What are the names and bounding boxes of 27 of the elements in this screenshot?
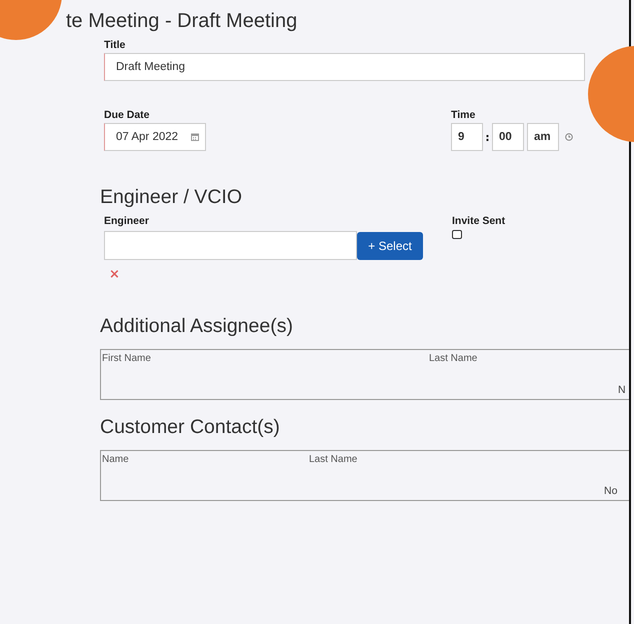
empty-message: N bbox=[618, 384, 626, 396]
column-header: First Name bbox=[102, 353, 152, 364]
minute-field[interactable]: 00 bbox=[492, 123, 524, 151]
engineer-input[interactable] bbox=[104, 231, 357, 260]
field-label: Time bbox=[451, 108, 476, 122]
field-label: Engineer bbox=[104, 214, 150, 228]
field-label: Title bbox=[104, 38, 126, 52]
date-field[interactable]: 07 Apr 2022 bbox=[104, 123, 206, 151]
clock-icon bbox=[565, 133, 573, 141]
column-header: Last Name bbox=[309, 454, 358, 465]
invite-checkbox[interactable] bbox=[452, 230, 462, 239]
column-header: Name bbox=[102, 454, 130, 465]
section-heading: Engineer / VCIO bbox=[99, 185, 243, 210]
page-title: te Meeting - Draft Meeting bbox=[66, 10, 298, 33]
date-value: 07 Apr 2022 bbox=[116, 131, 178, 143]
section-heading: Customer Contact(s) bbox=[99, 415, 281, 440]
period-field[interactable]: am bbox=[527, 123, 559, 151]
field-label: Invite Sent bbox=[452, 214, 506, 228]
title-input[interactable]: Draft Meeting bbox=[104, 53, 585, 81]
empty-message: No bbox=[604, 485, 618, 497]
calendar-icon bbox=[191, 133, 199, 141]
section-heading: Additional Assignee(s) bbox=[99, 314, 294, 339]
select-button[interactable]: + Select bbox=[357, 232, 423, 260]
hour-field[interactable]: 9 bbox=[451, 123, 483, 151]
field-label: Due Date bbox=[104, 108, 151, 122]
column-header: Last Name bbox=[429, 353, 478, 364]
time-separator: : bbox=[484, 130, 491, 144]
